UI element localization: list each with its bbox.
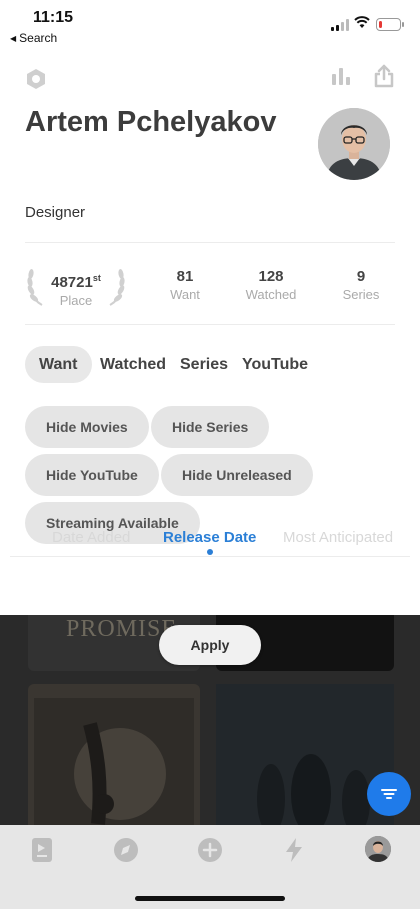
- divider: [25, 242, 395, 243]
- stat-series[interactable]: 9 Series: [331, 268, 391, 303]
- stat-want-label: Want: [170, 287, 200, 302]
- stat-watched[interactable]: 128 Watched: [231, 268, 311, 303]
- stat-watched-label: Watched: [245, 287, 297, 302]
- profile-tab-avatar[interactable]: [365, 836, 391, 862]
- back-label: Search: [19, 31, 58, 45]
- watchlist-icon[interactable]: [29, 837, 55, 863]
- status-time: 11:15: [33, 9, 74, 26]
- home-indicator: [135, 896, 285, 901]
- profile-avatar[interactable]: [318, 108, 390, 180]
- cellular-signal-icon: [331, 19, 351, 31]
- status-bar: 11:15 ◀ Search: [0, 0, 420, 46]
- sort-release-date[interactable]: Release Date: [163, 529, 256, 546]
- poster-art: [34, 698, 194, 825]
- share-icon[interactable]: [373, 64, 395, 88]
- filter-fab-button[interactable]: [367, 772, 411, 816]
- stat-series-value: 9: [356, 268, 366, 285]
- tab-want[interactable]: Want: [25, 346, 92, 383]
- stat-want-value: 81: [176, 268, 194, 285]
- hide-movies-chip[interactable]: Hide Movies: [25, 406, 149, 448]
- sort-most-anticipated[interactable]: Most Anticipated: [283, 529, 393, 546]
- laurel-right-icon: [109, 269, 125, 306]
- stat-place[interactable]: 48721st Place: [25, 265, 127, 308]
- tab-youtube[interactable]: YouTube: [242, 346, 308, 383]
- compass-icon[interactable]: [113, 837, 139, 863]
- sort-date-added[interactable]: Date Added: [52, 529, 130, 546]
- profile-name: Artem Pchelyakov: [25, 106, 277, 138]
- tab-watched[interactable]: Watched: [100, 346, 166, 383]
- back-to-search-link[interactable]: ◀ Search: [10, 31, 57, 45]
- add-icon[interactable]: [197, 837, 223, 863]
- laurel-left-icon: [27, 269, 43, 306]
- hide-series-chip[interactable]: Hide Series: [151, 406, 270, 448]
- battery-level: [378, 20, 382, 28]
- stat-series-label: Series: [342, 287, 380, 302]
- tab-series[interactable]: Series: [180, 346, 228, 383]
- filter-icon: [381, 789, 397, 799]
- hexagon-icon[interactable]: [25, 68, 47, 90]
- hide-unreleased-chip[interactable]: Hide Unreleased: [161, 454, 313, 496]
- divider: [25, 324, 395, 325]
- sort-active-indicator: [207, 549, 213, 555]
- bottom-tab-bar: [0, 825, 420, 909]
- wifi-icon: [354, 16, 370, 28]
- bar-chart-icon[interactable]: [331, 66, 351, 86]
- stat-want[interactable]: 81 Want: [155, 268, 215, 303]
- back-arrow-icon: ◀: [10, 34, 17, 43]
- divider: [10, 556, 410, 557]
- stat-watched-value: 128: [258, 268, 284, 285]
- poster-card[interactable]: [28, 684, 200, 825]
- hide-youtube-chip[interactable]: Hide YouTube: [25, 454, 159, 496]
- lightning-icon[interactable]: [281, 837, 307, 863]
- apply-button[interactable]: Apply: [159, 625, 261, 665]
- battery-icon: [376, 18, 404, 31]
- profile-role: Designer: [25, 204, 86, 221]
